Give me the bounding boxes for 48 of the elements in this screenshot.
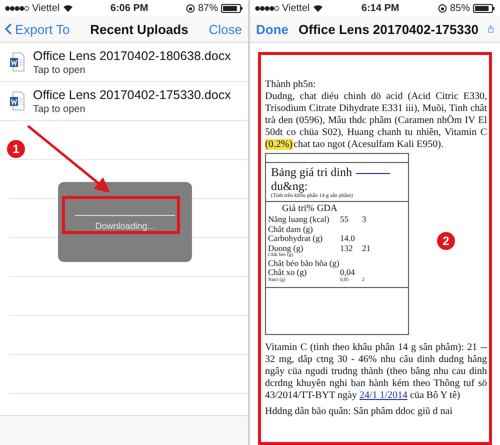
document-icon [9,52,25,72]
battery-percent: 85% [450,2,470,14]
wifi-icon [62,4,73,12]
table-cell-text: Chât dam (g) [268,224,313,234]
back-button[interactable]: Export To [5,22,70,36]
status-time: 6:06 PM [110,2,148,14]
document-title: Office Lens 20170402-175330 [298,22,478,36]
document-icon [9,91,25,111]
table-cell-text: 0,04 [340,268,356,278]
rotation-lock-icon [438,4,447,12]
file-name[interactable]: Office Lens 20170402-180638.docx [33,48,231,62]
storage-paragraph: Hddng dân bão quân: Sân phâm ddoc giũ d nai [265,406,454,418]
section-heading: Thành ph5n: [265,79,317,91]
close-button[interactable]: Close [208,22,242,36]
date-link[interactable]: 24/1 1/2014 [359,390,408,402]
table-cell-text: Năng luang (kcal) [268,215,330,225]
table-cell: Chât béo bão hõa (g) [268,258,340,268]
download-message: Downloading... [95,221,155,231]
column-header: Giá tri% GDA [281,204,338,215]
file-hint: Tap to open [33,64,86,76]
table-cell-text: 55 [340,215,350,225]
vitamin-paragraph: Vitamin C (tinh theo khâu phân 14 g sân phâm): 21 -- 32 mg, dâp ctng 30 - 46% nhu câu dinh dudng hâng ngây cüa ngudi trudng thành (theo bâng nhu cau dinh dcrdng khuyên nghi ban hành kém theo Thông tuf sö 43/2014/TT-BYT ngày 24/1 1/2014 cüa Bô Y tê) [265,342,487,402]
table-cell-text: Duong (g) [268,244,304,253]
blank-line [356,172,390,174]
table-title: Bảng giá tri dinh [271,165,352,179]
signal-icon [5,6,29,10]
battery-percent: 87% [198,2,218,14]
chevron-left-icon [5,23,12,35]
wifi-icon [312,4,323,12]
status-time: 6:14 PM [361,2,400,14]
ingredients-paragraph: Dudng, chat diéu chinh dö acid (Acid Citric E330, Trisodium Citrate Dihydrate E331 iii), Muõi, Tinh chât trà den (0596), Mâu thdc phâm (Caramen nhÖm IV El 50dt co chüa S02), Huang chanh tu nhiên, Vitamin C (0.2%)chat tao ngot (Acesulfam Kali E950). [265,91,487,151]
carrier-name: Viettel [32,2,60,14]
battery-icon [473,4,495,12]
table-title: du&ng: [271,179,308,193]
carrier-name: Viettel [282,2,310,14]
file-hint: Tap to open [33,104,86,114]
rotation-lock-icon [186,4,195,12]
screen-title: Recent Uploads [90,22,188,36]
table-cell-text: 132 [340,244,354,254]
signal-icon [255,6,279,10]
table-cell-text: Chât xo (g) [268,268,308,278]
table-cell-text: 3 [362,215,368,225]
table-cell-text: 14.0 [340,234,356,244]
table-cell-text: Carbohydrat (g) [268,234,324,244]
table-cell-text: 21 [362,244,372,254]
file-name[interactable]: Office Lens 20170402-175330.docx [33,88,231,102]
battery-icon [221,4,243,12]
done-button[interactable]: Done [256,22,288,36]
